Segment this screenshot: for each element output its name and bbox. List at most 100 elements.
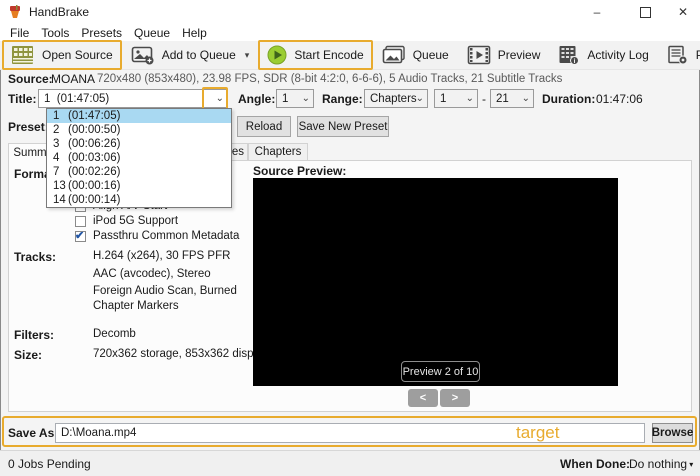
maximize-button[interactable] <box>628 0 662 24</box>
open-source-button[interactable]: Open Source <box>2 40 122 70</box>
range-to-value: 21 <box>496 92 509 105</box>
title-select-arrow-highlight[interactable] <box>202 87 228 110</box>
start-encode-button[interactable]: Start Encode <box>258 40 373 70</box>
activity-log-label: Activity Log <box>587 48 649 62</box>
menu-file[interactable]: File <box>4 24 35 41</box>
source-details: 720x480 (853x480), 23.98 FPS, SDR (8-bit… <box>97 72 563 85</box>
save-as-value: D:\Moana.mp4 <box>61 427 137 439</box>
track-audio: AAC (avcodec), Stereo <box>93 268 211 280</box>
range-from-value: 1 <box>440 92 447 105</box>
filters-label: Filters: <box>14 328 55 342</box>
angle-select-caret-icon: ⌄ <box>301 93 310 104</box>
presets-button[interactable]: Presets ▾ <box>658 40 700 70</box>
preview-next-button[interactable]: > <box>440 389 470 407</box>
range-from-caret-icon: ⌄ <box>465 93 474 104</box>
activity-log-button[interactable]: i Activity Log <box>549 40 657 70</box>
track-chapters: Chapter Markers <box>93 300 179 312</box>
range-to-caret-icon: ⌄ <box>521 93 530 104</box>
window-title: HandBrake <box>29 5 90 19</box>
angle-select-value: 1 <box>282 92 289 105</box>
size-label: Size: <box>14 348 43 362</box>
queue-icon <box>382 45 405 64</box>
preview-icon <box>467 45 491 65</box>
range-type-caret-icon: ⌄ <box>415 93 424 104</box>
preview-image <box>253 178 618 386</box>
title-select-value: 1 (01:47:05) <box>44 92 110 105</box>
tracks-label: Tracks: <box>14 250 57 264</box>
handbrake-logo-icon <box>10 5 20 18</box>
title-bar: HandBrake – ✕ <box>0 0 700 24</box>
preview-count-button[interactable]: Preview 2 of 10 <box>401 361 480 382</box>
title-dropdown-list: 1 (01:47:05) 2 (00:00:50) 3 (00:06:26) 4 (00… <box>46 108 232 208</box>
range-to-select[interactable]: 21 ⌄ <box>490 89 534 108</box>
title-option-13[interactable]: 13 (00:00:16) <box>47 179 231 193</box>
duration-label: Duration: <box>542 92 596 106</box>
preview-prev-button[interactable]: < <box>408 389 438 407</box>
range-type-select[interactable]: Chapters ⌄ <box>364 89 428 108</box>
preview-button[interactable]: Preview <box>458 40 550 70</box>
queue-label: Queue <box>412 48 449 62</box>
svg-text:i: i <box>574 58 576 65</box>
maximize-icon <box>639 6 651 18</box>
jobs-pending-status: 0 Jobs Pending <box>8 457 91 471</box>
track-subtitle: Foreign Audio Scan, Burned <box>93 285 237 297</box>
when-done-label: When Done: <box>560 457 630 471</box>
filters-value: Decomb <box>93 328 136 340</box>
browse-button[interactable]: Browse <box>652 423 693 443</box>
title-option-7[interactable]: 7 (00:02:26) <box>47 165 231 179</box>
add-to-queue-caret-icon[interactable]: ▾ <box>245 50 250 61</box>
menu-help[interactable]: Help <box>176 24 213 41</box>
add-to-queue-icon <box>131 46 154 65</box>
toolbar: Open Source Add to Queue ▾ Start Encode <box>0 40 700 70</box>
title-option-14[interactable]: 14 (00:00:14) <box>47 193 231 207</box>
target-annotation: target <box>516 423 560 442</box>
preview-label: Preview <box>497 48 541 62</box>
range-type-value: Chapters <box>370 92 417 105</box>
add-to-queue-label: Add to Queue <box>161 48 236 62</box>
close-button[interactable]: ✕ <box>666 0 700 24</box>
source-preview-label: Source Preview: <box>253 164 347 178</box>
open-source-label: Open Source <box>42 48 113 62</box>
passthru-common-metadata-checkbox[interactable]: ✔ <box>75 230 86 242</box>
when-done-caret-icon: ▾ <box>687 460 694 469</box>
title-option-2[interactable]: 2 (00:00:50) <box>47 123 231 137</box>
menu-presets[interactable]: Presets <box>75 24 128 41</box>
activity-log-icon: i <box>559 46 580 65</box>
open-source-icon <box>12 46 33 64</box>
ipod-5g-support-label: iPod 5G Support <box>93 215 179 227</box>
when-done-select[interactable]: Do nothing ▾ <box>629 457 693 471</box>
range-label: Range: <box>322 92 363 106</box>
save-new-preset-button[interactable]: Save New Preset <box>297 116 389 137</box>
presets-icon <box>668 45 688 65</box>
passthru-common-metadata-label: Passthru Common Metadata <box>93 230 240 242</box>
title-option-3[interactable]: 3 (00:06:26) <box>47 137 231 151</box>
size-value: 720x362 storage, 853x362 display <box>93 348 269 360</box>
duration-value: 01:47:06 <box>596 92 643 106</box>
minimize-button[interactable]: – <box>580 0 614 24</box>
menu-queue[interactable]: Queue <box>128 24 176 41</box>
queue-button[interactable]: Queue <box>373 40 458 70</box>
save-as-label: Save As: <box>8 426 59 440</box>
ipod-5g-support-checkbox[interactable] <box>75 216 86 227</box>
add-to-queue-button[interactable]: Add to Queue ▾ <box>122 40 259 70</box>
menu-tools[interactable]: Tools <box>35 24 75 41</box>
menu-bar: File Tools Presets Queue Help <box>0 24 700 41</box>
title-option-1[interactable]: 1 (01:47:05) <box>47 109 231 123</box>
angle-label: Angle: <box>238 92 276 106</box>
start-encode-icon <box>267 45 287 65</box>
source-name: MOANA <box>51 72 96 86</box>
title-select[interactable]: 1 (01:47:05) ⌄ <box>38 89 228 108</box>
range-separator: - <box>482 92 486 106</box>
source-label: Source: <box>8 72 53 86</box>
reload-button[interactable]: Reload <box>237 116 291 137</box>
checkmark-icon: ✔ <box>75 230 85 242</box>
title-label: Title: <box>8 92 37 106</box>
track-video: H.264 (x264), 30 FPS PFR <box>93 250 231 262</box>
tab-chapters[interactable]: Chapters <box>248 143 308 161</box>
range-from-select[interactable]: 1 ⌄ <box>434 89 478 108</box>
handbrake-window: HandBrake – ✕ File Tools Presets Queue H… <box>0 0 700 476</box>
title-option-4[interactable]: 4 (00:03:06) <box>47 151 231 165</box>
presets-label: Presets <box>695 48 700 62</box>
angle-select[interactable]: 1 ⌄ <box>276 89 314 108</box>
preset-label: Preset: <box>8 120 49 134</box>
